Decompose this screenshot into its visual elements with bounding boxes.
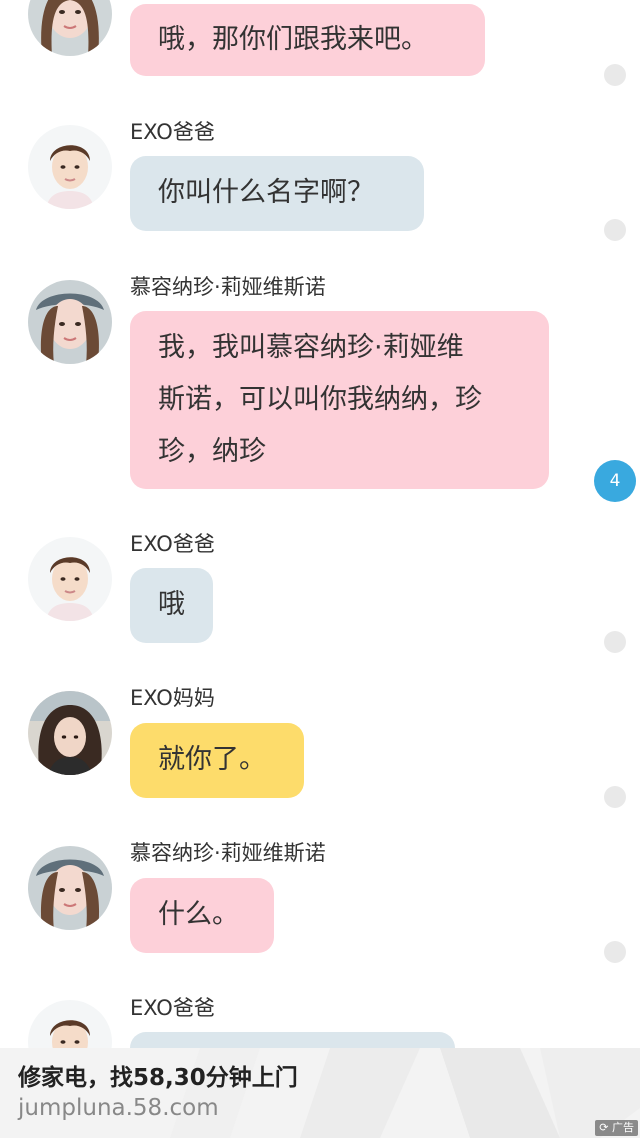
avatar[interactable]: [28, 691, 112, 775]
sender-name: EXO爸爸: [130, 532, 215, 556]
sender-name: 慕容纳珍·莉娅维斯诺: [130, 841, 326, 865]
message-text-line: 斯诺，可以叫你我纳纳，珍: [158, 384, 482, 415]
comment-dot[interactable]: [604, 219, 626, 241]
ad-tag: ⟳ 广告: [595, 1120, 638, 1136]
message-text-line: 我，我叫慕容纳珍·莉娅维: [158, 332, 464, 363]
comment-dot[interactable]: [604, 941, 626, 963]
message-text: 你叫什么名字啊？: [158, 177, 374, 208]
avatar[interactable]: [28, 125, 112, 209]
ad-title[interactable]: 修家电，找58,30分钟上门: [18, 1058, 298, 1092]
sender-name: EXO爸爸: [130, 996, 215, 1020]
message-bubble[interactable]: 就你了。: [130, 723, 304, 798]
ad-url[interactable]: jumpluna.58.com: [18, 1095, 219, 1121]
avatar[interactable]: [28, 537, 112, 621]
sender-name: 慕容纳珍·莉娅维斯诺: [130, 275, 326, 299]
message-text: 就你了。: [158, 744, 266, 775]
boy-avatar-icon: [28, 537, 112, 621]
comment-dot[interactable]: [604, 631, 626, 653]
message-text: 什么。: [158, 899, 239, 930]
message-bubble[interactable]: 哦: [130, 568, 213, 643]
sender-name: EXO妈妈: [130, 686, 215, 710]
avatar[interactable]: [28, 0, 112, 56]
avatar[interactable]: [28, 280, 112, 364]
message-bubble[interactable]: 哦，那你们跟我来吧。: [130, 4, 485, 76]
comment-dot[interactable]: [604, 64, 626, 86]
comment-count-badge[interactable]: 4: [594, 460, 636, 502]
message-bubble[interactable]: 什么。: [130, 878, 274, 953]
mom-avatar-icon: [28, 691, 112, 775]
comment-dot[interactable]: [604, 786, 626, 808]
ad-tag-label: 广告: [612, 1121, 634, 1134]
refresh-icon: ⟳: [599, 1121, 609, 1134]
message-bubble[interactable]: 我，我叫慕容纳珍·莉娅维 斯诺，可以叫你我纳纳，珍 珍，纳珍: [130, 311, 549, 489]
avatar[interactable]: [28, 846, 112, 930]
girl-avatar-icon: [28, 0, 112, 56]
boy-avatar-icon: [28, 125, 112, 209]
chat-thread: 哦，那你们跟我来吧。 EXO爸爸 你叫什么名字啊？ 慕容纳珍·莉娅维斯诺 我，我…: [0, 0, 640, 1138]
message-text-line: 珍，纳珍: [158, 436, 266, 467]
girl-avatar-icon: [28, 846, 112, 930]
message-text: 哦: [158, 589, 185, 620]
ad-banner[interactable]: 修家电，找58,30分钟上门 jumpluna.58.com ⟳ 广告: [0, 1048, 640, 1138]
message-bubble[interactable]: 你叫什么名字啊？: [130, 156, 424, 231]
sender-name: EXO爸爸: [130, 120, 215, 144]
message-text: 哦，那你们跟我来吧。: [158, 24, 428, 55]
girl-avatar-icon: [28, 280, 112, 364]
